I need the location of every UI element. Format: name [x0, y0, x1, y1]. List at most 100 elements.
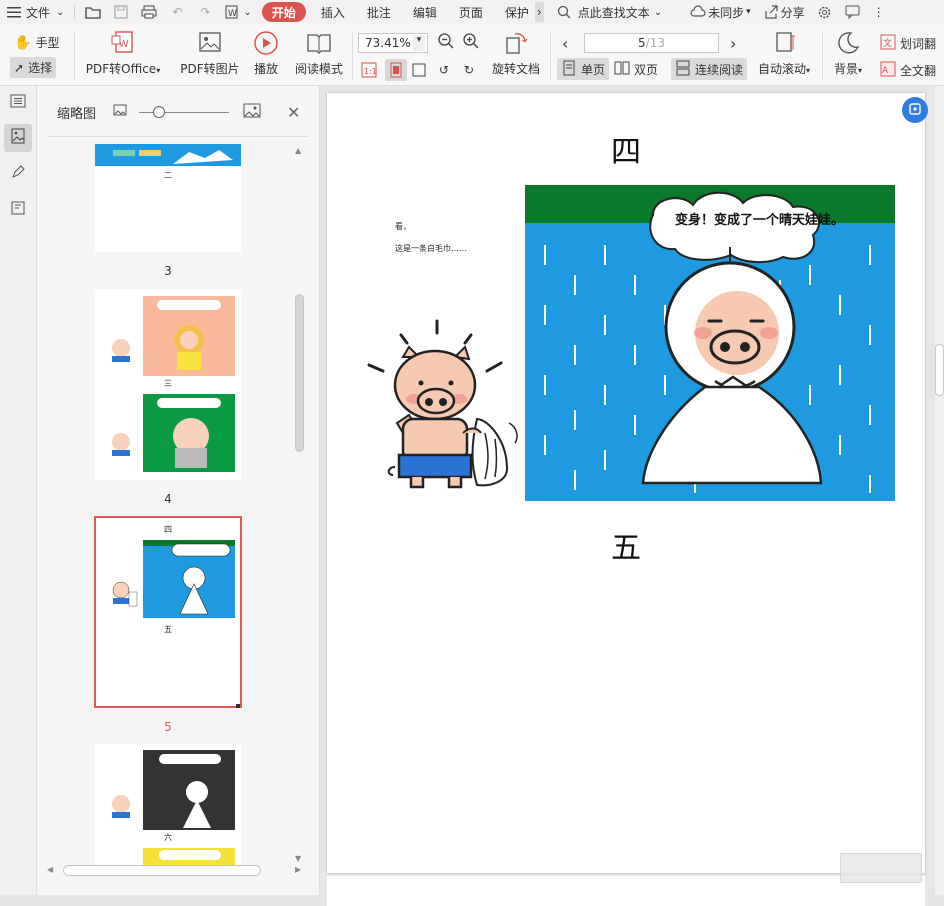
tab-insert-label: 插入: [320, 5, 345, 20]
undo-button[interactable]: ↶: [163, 0, 191, 24]
zoom-value: 73.41%: [365, 36, 411, 50]
zoom-select[interactable]: 73.41% ▾: [358, 33, 428, 53]
continuous-read-button[interactable]: 连续阅读: [671, 58, 748, 80]
full-translate-button[interactable]: A 全文翻: [880, 61, 936, 80]
thumbnail-nav-button[interactable]: [4, 124, 32, 152]
thumbnail-page-4[interactable]: 三: [95, 290, 241, 480]
thumbnail-page-3-illustration: [95, 144, 241, 166]
scroll-up-icon[interactable]: ▲: [295, 146, 301, 155]
thumbnail-icon: [10, 128, 26, 148]
actual-size-icon[interactable]: 1:1: [360, 61, 378, 79]
auto-scroll-text: 自动滚动: [757, 62, 806, 76]
read-mode-label: 阅读模式: [294, 62, 343, 76]
divider: [74, 5, 76, 19]
tab-page[interactable]: 页面: [448, 0, 494, 24]
thumbnail-horizontal-scrollbar[interactable]: ◀ ▶: [47, 864, 309, 878]
scrollbar-thumb[interactable]: [295, 294, 304, 452]
scrollbar-thumb[interactable]: [935, 344, 944, 396]
divider: [550, 32, 551, 80]
hand-tool-label: 手型: [35, 36, 60, 50]
tab-insert[interactable]: 插入: [310, 0, 356, 24]
select-tool-label: 选择: [28, 61, 53, 75]
continuous-read-label: 连续阅读: [695, 62, 744, 77]
fit-width-icon[interactable]: [410, 61, 428, 79]
tab-edit[interactable]: 编辑: [402, 0, 448, 24]
more-button[interactable]: ⋮: [867, 0, 891, 24]
thumbnail-page-5[interactable]: 四 五: [94, 516, 242, 708]
thumbnail-page-6[interactable]: 六: [95, 744, 241, 866]
convert-quick-button[interactable]: W ⌄: [219, 0, 257, 24]
open-button[interactable]: [79, 0, 107, 24]
scroll-right-icon[interactable]: ▶: [295, 865, 301, 874]
slider-thumb[interactable]: [153, 106, 166, 118]
share-icon: [763, 4, 779, 20]
page-total: /13: [645, 36, 665, 50]
tab-comment[interactable]: 批注: [356, 0, 402, 24]
next-page-button[interactable]: ›: [730, 34, 736, 53]
page-number-input[interactable]: 5/13: [584, 33, 719, 53]
close-panel-button[interactable]: ✕: [287, 103, 300, 122]
prev-page-button[interactable]: ‹: [562, 34, 568, 53]
sync-button[interactable]: 未同步 ▾: [684, 0, 757, 24]
pdf-page: 四 看， 这是一条白毛巾…… 变身！变成了一个晴天娃娃。 五: [327, 93, 925, 873]
scroll-left-icon[interactable]: ◀: [47, 865, 53, 874]
rotate-document-button[interactable]: 旋转文档: [490, 24, 542, 77]
background-button[interactable]: 背景▾: [830, 24, 866, 77]
zoom-out-button[interactable]: [437, 32, 455, 53]
select-tool-button[interactable]: ➚ 选择: [10, 57, 57, 78]
rotate-document-icon: [503, 30, 529, 56]
single-page-button[interactable]: 单页: [557, 58, 610, 80]
file-menu[interactable]: 文件 ⌄: [0, 0, 70, 24]
page-footer-heading: 五: [611, 531, 641, 566]
tabs-overflow-button[interactable]: ›: [534, 2, 544, 22]
close-icon: ✕: [287, 102, 301, 122]
chevron-down-icon: ⌄: [653, 6, 663, 18]
word-convert-icon: W: [225, 4, 241, 20]
pdf-to-image-button[interactable]: PDF转图片: [178, 24, 242, 77]
tab-edit-label: 编辑: [412, 5, 437, 20]
chevron-down-icon: ▾: [858, 66, 863, 75]
play-icon: [253, 30, 279, 56]
rotate-left-icon[interactable]: ↺: [435, 61, 453, 79]
document-viewer[interactable]: 四 看， 这是一条白毛巾…… 变身！变成了一个晴天娃娃。 五: [320, 86, 944, 906]
large-thumb-icon[interactable]: [243, 103, 261, 122]
scrollbar-thumb[interactable]: [63, 865, 261, 876]
scroll-down-icon[interactable]: ▼: [295, 854, 301, 863]
viewer-vertical-scrollbar[interactable]: [935, 86, 944, 895]
thumbnail-vertical-scrollbar[interactable]: ▲ ▼: [293, 146, 305, 868]
double-page-button[interactable]: 双页: [610, 58, 662, 80]
attachment-nav-button[interactable]: [4, 196, 32, 224]
word-translate-label: 划词翻: [900, 37, 937, 51]
annotation-nav-button[interactable]: [4, 160, 32, 188]
rain-panel-illustration: [525, 185, 895, 501]
auto-scroll-button[interactable]: 自动滚动▾: [754, 24, 814, 77]
read-mode-button[interactable]: 阅读模式: [292, 24, 346, 77]
rotate-right-icon[interactable]: ↻: [460, 61, 478, 79]
more-icon: ⋮: [872, 5, 885, 19]
word-translate-button[interactable]: 文 划词翻: [880, 34, 936, 53]
share-button[interactable]: 分享: [757, 0, 811, 24]
pdf-to-office-button[interactable]: W PDF转Office▾: [84, 24, 162, 77]
feedback-button[interactable]: [839, 0, 867, 24]
search-box[interactable]: 点此查找文本 ⌄: [550, 0, 668, 24]
thumbnail-page-5-illustration: 五: [112, 540, 240, 708]
thumbnail-size-slider[interactable]: [139, 106, 230, 118]
tab-protect[interactable]: 保护: [494, 0, 535, 24]
outline-nav-button[interactable]: [4, 88, 32, 116]
hand-tool-button[interactable]: ✋ 手型: [14, 34, 59, 51]
redo-button[interactable]: ↷: [191, 0, 219, 24]
speech-bubble-text: 变身！变成了一个晴天娃娃。: [675, 213, 845, 228]
zoom-in-button[interactable]: [462, 32, 480, 53]
fit-page-icon[interactable]: [385, 59, 407, 81]
tab-start[interactable]: 开始: [261, 2, 306, 22]
thumbnail-page-3[interactable]: 二: [95, 144, 241, 252]
save-button[interactable]: [107, 0, 135, 24]
play-button[interactable]: 播放: [250, 24, 282, 77]
svg-text:六: 六: [164, 832, 172, 842]
smart-tool-button[interactable]: [902, 97, 928, 123]
print-button[interactable]: [135, 0, 163, 24]
chevron-down-icon: ▾: [156, 66, 161, 75]
settings-button[interactable]: [811, 0, 839, 24]
small-thumb-icon[interactable]: [113, 104, 127, 120]
chevron-down-icon: ▾: [746, 7, 751, 17]
